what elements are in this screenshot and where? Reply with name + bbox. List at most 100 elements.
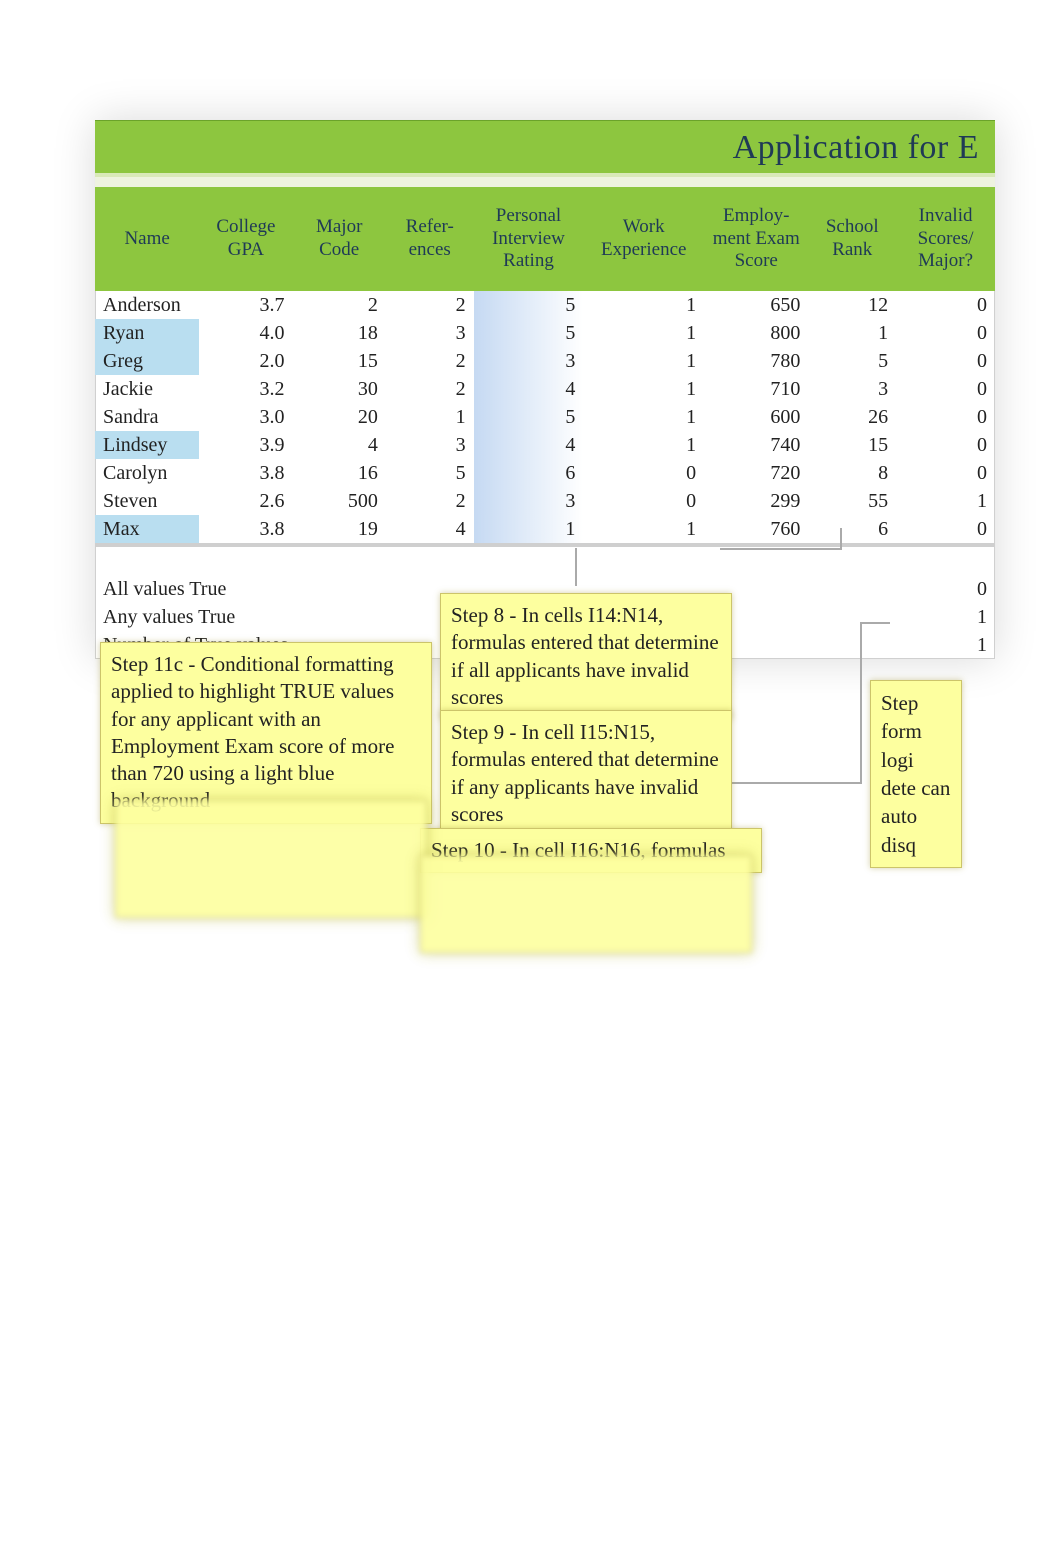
cell-invalid: 0 xyxy=(896,515,995,545)
cell-rank: 15 xyxy=(808,431,896,459)
cell-name: Ryan xyxy=(95,319,199,347)
cell-interview: 5 xyxy=(474,319,584,347)
connector-line xyxy=(860,622,862,784)
table-row: Ryan4.01835180010 xyxy=(95,319,995,347)
cell-gpa: 3.8 xyxy=(199,515,292,545)
cell-refs: 2 xyxy=(386,375,474,403)
cell-gpa: 3.0 xyxy=(199,403,292,431)
cell-invalid: 1 xyxy=(896,487,995,515)
col-header-exam: Employ-ment Exam Score xyxy=(704,187,808,291)
cell-exam: 600 xyxy=(704,403,808,431)
cell-refs: 4 xyxy=(386,515,474,545)
cell-work: 1 xyxy=(583,319,704,347)
cell-exam: 710 xyxy=(704,375,808,403)
cell-refs: 3 xyxy=(386,319,474,347)
cell-major: 20 xyxy=(293,403,386,431)
cell-name: Carolyn xyxy=(95,459,199,487)
cell-work: 1 xyxy=(583,347,704,375)
cell-invalid: 0 xyxy=(896,319,995,347)
table-row: Max3.81941176060 xyxy=(95,515,995,545)
table-row: Lindsey3.94341740150 xyxy=(95,431,995,459)
table-row: Greg2.01523178050 xyxy=(95,347,995,375)
cell-interview: 1 xyxy=(474,515,584,545)
cell-work: 1 xyxy=(583,291,704,319)
cell-rank: 1 xyxy=(808,319,896,347)
cell-refs: 1 xyxy=(386,403,474,431)
cell-work: 1 xyxy=(583,515,704,545)
cell-interview: 3 xyxy=(474,347,584,375)
cell-work: 0 xyxy=(583,459,704,487)
cell-name: Steven xyxy=(95,487,199,515)
cell-major: 2 xyxy=(293,291,386,319)
cell-refs: 3 xyxy=(386,431,474,459)
cell-major: 500 xyxy=(293,487,386,515)
cell-name: Lindsey xyxy=(95,431,199,459)
connector-line xyxy=(860,622,890,624)
cell-work: 1 xyxy=(583,375,704,403)
callout-step8-text: Step 8 - In cells I14:N14, formulas ente… xyxy=(451,603,719,709)
cell-invalid: 0 xyxy=(896,431,995,459)
cell-refs: 2 xyxy=(386,291,474,319)
cell-gpa: 2.0 xyxy=(199,347,292,375)
cell-exam: 720 xyxy=(704,459,808,487)
cell-major: 18 xyxy=(293,319,386,347)
summary-value: 1 xyxy=(896,603,995,631)
callout-step11c: Step 11c - Conditional formatting applie… xyxy=(100,642,432,824)
page: Application for E Name College GPA Major… xyxy=(0,0,1062,1561)
header-spacer xyxy=(95,177,995,187)
cell-work: 0 xyxy=(583,487,704,515)
cell-gpa: 4.0 xyxy=(199,319,292,347)
cell-major: 30 xyxy=(293,375,386,403)
sheet-title-text: Application for E xyxy=(733,129,979,166)
col-header-invalid: Invalid Scores/ Major? xyxy=(896,187,995,291)
cell-interview: 3 xyxy=(474,487,584,515)
cell-refs: 2 xyxy=(386,487,474,515)
spreadsheet-area: Application for E Name College GPA Major… xyxy=(95,120,995,659)
connector-line xyxy=(575,548,577,586)
cell-work: 1 xyxy=(583,431,704,459)
cell-interview: 4 xyxy=(474,375,584,403)
callout-blurred-bottom xyxy=(420,855,752,953)
cell-gpa: 2.6 xyxy=(199,487,292,515)
cell-interview: 6 xyxy=(474,459,584,487)
header-row: Name College GPA Major Code Refer-ences … xyxy=(95,187,995,291)
cell-invalid: 0 xyxy=(896,375,995,403)
table-row: Jackie3.23024171030 xyxy=(95,375,995,403)
cell-rank: 3 xyxy=(808,375,896,403)
cell-invalid: 0 xyxy=(896,459,995,487)
table-divider xyxy=(95,545,995,575)
cell-name: Jackie xyxy=(95,375,199,403)
cell-invalid: 0 xyxy=(896,291,995,319)
cell-refs: 2 xyxy=(386,347,474,375)
cell-rank: 5 xyxy=(808,347,896,375)
connector-line xyxy=(720,548,840,550)
connector-line xyxy=(720,782,860,784)
col-header-major: Major Code xyxy=(293,187,386,291)
col-header-rank: School Rank xyxy=(808,187,896,291)
connector-line xyxy=(840,528,842,550)
cell-major: 19 xyxy=(293,515,386,545)
col-header-name: Name xyxy=(95,187,199,291)
callout-step11c-text: Step 11c - Conditional formatting applie… xyxy=(111,652,394,812)
cell-rank: 55 xyxy=(808,487,896,515)
cell-work: 1 xyxy=(583,403,704,431)
cell-refs: 5 xyxy=(386,459,474,487)
cell-exam: 780 xyxy=(704,347,808,375)
cell-exam: 650 xyxy=(704,291,808,319)
cell-gpa: 3.2 xyxy=(199,375,292,403)
cell-major: 16 xyxy=(293,459,386,487)
cell-rank: 6 xyxy=(808,515,896,545)
cell-exam: 299 xyxy=(704,487,808,515)
col-header-refs: Refer-ences xyxy=(386,187,474,291)
cell-gpa: 3.8 xyxy=(199,459,292,487)
cell-name: Greg xyxy=(95,347,199,375)
cell-major: 15 xyxy=(293,347,386,375)
cell-interview: 4 xyxy=(474,431,584,459)
cell-interview: 5 xyxy=(474,403,584,431)
cell-major: 4 xyxy=(293,431,386,459)
cell-name: Max xyxy=(95,515,199,545)
cell-invalid: 0 xyxy=(896,347,995,375)
cell-exam: 740 xyxy=(704,431,808,459)
sheet-title: Application for E xyxy=(95,120,995,177)
cell-exam: 760 xyxy=(704,515,808,545)
